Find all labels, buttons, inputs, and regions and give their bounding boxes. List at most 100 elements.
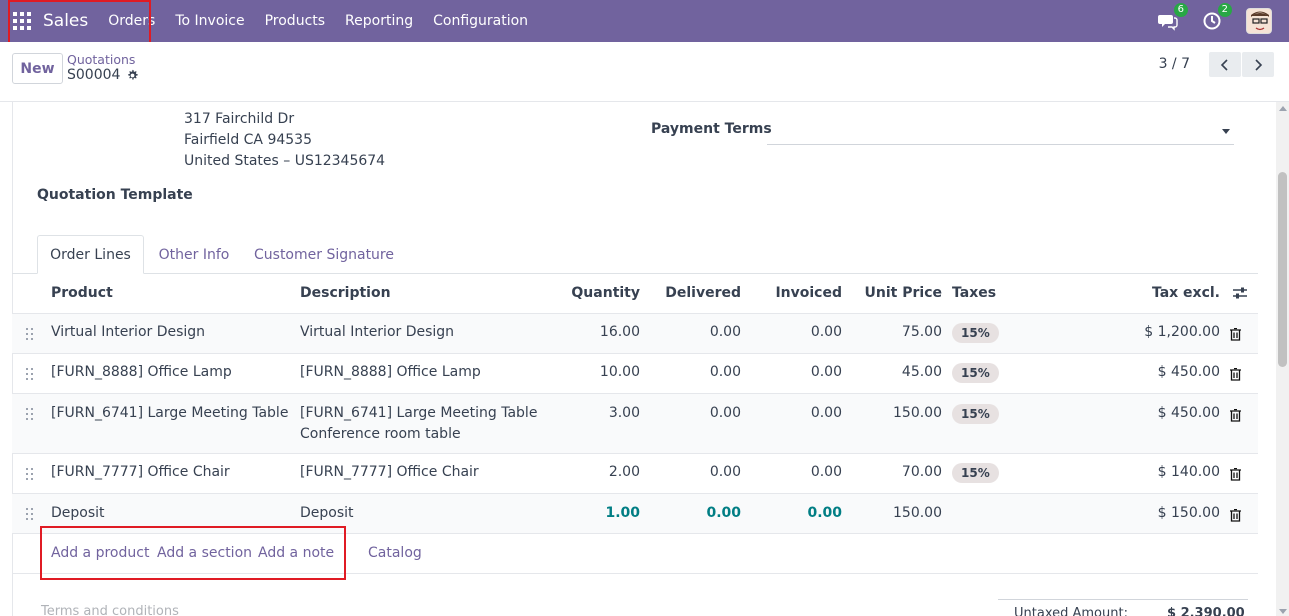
- col-invoiced[interactable]: Invoiced: [757, 285, 842, 301]
- nav-reporting[interactable]: Reporting: [345, 13, 413, 29]
- col-taxes[interactable]: Taxes: [952, 285, 996, 301]
- catalog-link[interactable]: Catalog: [368, 545, 422, 561]
- caret-down-icon[interactable]: [1222, 129, 1230, 134]
- scroll-up-arrow-icon[interactable]: [1279, 106, 1287, 111]
- nav-orders[interactable]: Orders: [108, 13, 155, 29]
- messages-badge: 6: [1173, 3, 1188, 17]
- cell-subtotal: $ 150.00: [1157, 505, 1220, 521]
- cell-delivered[interactable]: 0.00: [652, 464, 741, 480]
- drag-handle-icon[interactable]: [26, 368, 34, 380]
- pager-value[interactable]: 3 / 7: [1159, 56, 1190, 72]
- payment-terms-field[interactable]: [767, 144, 1234, 145]
- tab-order-lines[interactable]: Order Lines: [37, 235, 144, 274]
- drag-handle-icon[interactable]: [26, 468, 34, 480]
- table-row[interactable]: [FURN_6741] Large Meeting Table [FURN_67…: [12, 394, 1258, 454]
- cell-unit-price[interactable]: 70.00: [857, 464, 942, 480]
- vertical-scrollbar[interactable]: [1276, 102, 1289, 616]
- nav-configuration[interactable]: Configuration: [433, 13, 528, 29]
- nav-to-invoice[interactable]: To Invoice: [175, 13, 244, 29]
- nav-products[interactable]: Products: [265, 13, 325, 29]
- tab-customer-signature[interactable]: Customer Signature: [250, 235, 398, 274]
- customer-address-country: United States – US12345674: [184, 153, 386, 169]
- cell-invoiced[interactable]: 0.00: [757, 464, 842, 480]
- new-button[interactable]: New: [12, 53, 63, 84]
- cell-quantity[interactable]: 16.00: [560, 324, 640, 340]
- pager-next-button[interactable]: [1242, 52, 1274, 77]
- trash-icon[interactable]: [1230, 328, 1241, 341]
- terms-conditions-field[interactable]: Terms and conditions: [41, 604, 179, 616]
- scrollbar-thumb[interactable]: [1278, 172, 1287, 367]
- tax-badge[interactable]: 15%: [952, 463, 999, 483]
- add-line-row: Add a product Add a section Add a note C…: [12, 534, 1258, 574]
- col-delivered[interactable]: Delivered: [652, 285, 741, 301]
- cell-subtotal: $ 450.00: [1157, 364, 1220, 380]
- cell-invoiced[interactable]: 0.00: [757, 505, 842, 521]
- cell-unit-price[interactable]: 45.00: [857, 364, 942, 380]
- cell-description[interactable]: Deposit: [300, 505, 354, 521]
- drag-handle-icon[interactable]: [26, 328, 34, 340]
- apps-menu-icon[interactable]: [13, 12, 31, 30]
- gear-icon[interactable]: [126, 69, 139, 82]
- add-note-link[interactable]: Add a note: [258, 545, 334, 561]
- col-description[interactable]: Description: [300, 285, 391, 301]
- col-quantity[interactable]: Quantity: [560, 285, 640, 301]
- table-row[interactable]: Virtual Interior Design Virtual Interior…: [12, 314, 1258, 354]
- drag-handle-icon[interactable]: [26, 508, 34, 520]
- cell-delivered[interactable]: 0.00: [652, 505, 741, 521]
- chevron-left-icon: [1220, 58, 1228, 71]
- trash-icon[interactable]: [1230, 468, 1241, 481]
- customer-address-city: Fairfield CA 94535: [184, 132, 312, 148]
- cell-product[interactable]: [FURN_7777] Office Chair: [51, 464, 230, 480]
- cell-quantity[interactable]: 10.00: [560, 364, 640, 380]
- cell-invoiced[interactable]: 0.00: [757, 364, 842, 380]
- user-avatar[interactable]: [1246, 8, 1272, 34]
- add-section-link[interactable]: Add a section: [157, 545, 252, 561]
- table-row[interactable]: Deposit Deposit 1.00 0.00 0.00 150.00 $ …: [12, 494, 1258, 534]
- record-title: S00004: [67, 67, 139, 83]
- tab-other-info[interactable]: Other Info: [149, 235, 239, 274]
- payment-terms-label: Payment Terms: [651, 121, 772, 137]
- pager-previous-button[interactable]: [1209, 52, 1241, 77]
- cell-subtotal: $ 450.00: [1157, 405, 1220, 421]
- add-product-link[interactable]: Add a product: [51, 545, 149, 561]
- cell-unit-price[interactable]: 75.00: [857, 324, 942, 340]
- cell-product[interactable]: Virtual Interior Design: [51, 324, 205, 340]
- table-row[interactable]: [FURN_8888] Office Lamp [FURN_8888] Offi…: [12, 354, 1258, 394]
- cell-unit-price[interactable]: 150.00: [857, 505, 942, 521]
- table-row[interactable]: [FURN_7777] Office Chair [FURN_7777] Off…: [12, 454, 1258, 494]
- trash-icon[interactable]: [1230, 509, 1241, 522]
- cell-delivered[interactable]: 0.00: [652, 364, 741, 380]
- cell-invoiced[interactable]: 0.00: [757, 405, 842, 421]
- col-tax-excl[interactable]: Tax excl.: [1120, 285, 1220, 301]
- app-name[interactable]: Sales: [43, 11, 88, 31]
- scroll-down-arrow-icon[interactable]: [1279, 609, 1287, 614]
- cell-description[interactable]: [FURN_6741] Large Meeting Table: [300, 405, 537, 421]
- cell-description[interactable]: [FURN_8888] Office Lamp: [300, 364, 481, 380]
- cell-product[interactable]: Deposit: [51, 505, 105, 521]
- cell-delivered[interactable]: 0.00: [652, 405, 741, 421]
- col-unit-price[interactable]: Unit Price: [857, 285, 942, 301]
- breadcrumb-quotations[interactable]: Quotations: [67, 52, 135, 67]
- cell-delivered[interactable]: 0.00: [652, 324, 741, 340]
- cell-unit-price[interactable]: 150.00: [857, 405, 942, 421]
- control-panel: New Quotations S00004 3 / 7: [0, 42, 1289, 102]
- cell-description[interactable]: Virtual Interior Design: [300, 324, 454, 340]
- tax-badge[interactable]: 15%: [952, 323, 999, 343]
- col-product[interactable]: Product: [51, 285, 113, 301]
- tax-badge[interactable]: 15%: [952, 404, 999, 424]
- column-settings-icon[interactable]: [1232, 286, 1248, 300]
- cell-quantity[interactable]: 3.00: [560, 405, 640, 421]
- drag-handle-icon[interactable]: [26, 408, 34, 420]
- activities-clock-icon[interactable]: 2: [1202, 3, 1232, 31]
- tax-badge[interactable]: 15%: [952, 363, 999, 383]
- cell-product[interactable]: [FURN_8888] Office Lamp: [51, 364, 232, 380]
- trash-icon[interactable]: [1230, 409, 1241, 422]
- trash-icon[interactable]: [1230, 368, 1241, 381]
- cell-description-line2[interactable]: Conference room table: [300, 426, 461, 442]
- messages-icon[interactable]: 6: [1158, 3, 1188, 31]
- cell-invoiced[interactable]: 0.00: [757, 324, 842, 340]
- cell-quantity[interactable]: 2.00: [560, 464, 640, 480]
- cell-quantity[interactable]: 1.00: [560, 505, 640, 521]
- cell-description[interactable]: [FURN_7777] Office Chair: [300, 464, 479, 480]
- cell-product[interactable]: [FURN_6741] Large Meeting Table: [51, 405, 288, 421]
